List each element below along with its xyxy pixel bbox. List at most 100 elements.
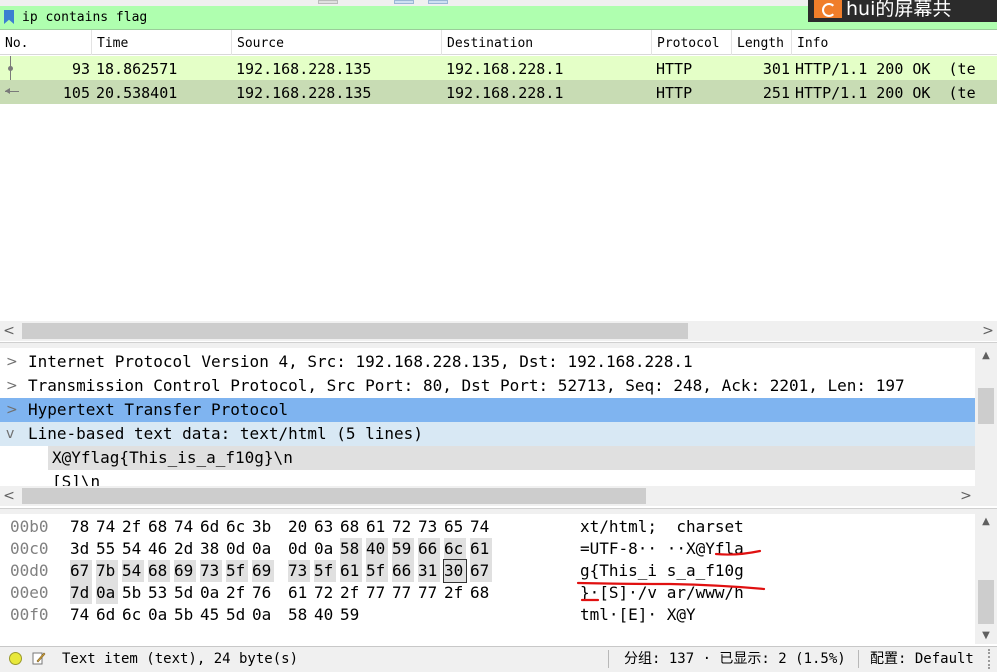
hex-byte[interactable]: 6c (122, 604, 144, 626)
ascii-dump[interactable]: xt/html; charset (580, 516, 744, 538)
detail-row-text-data[interactable]: v Line-based text data: text/html (5 lin… (0, 422, 975, 446)
byte-row[interactable]: 00f0 74 6d 6c 0a 5b 45 5d 0a 58 40 59 tml·[E]· X@Y (0, 604, 975, 626)
status-profile[interactable]: 配置: Default (870, 647, 974, 672)
hex-byte[interactable]: 45 (200, 604, 222, 626)
hex-byte[interactable]: 2d (174, 538, 196, 560)
hex-byte[interactable]: 30 (443, 559, 467, 583)
toolbar-button[interactable] (318, 0, 338, 4)
resize-grip-icon[interactable] (988, 649, 994, 669)
hex-byte[interactable]: 0a (252, 604, 274, 626)
hex-byte[interactable]: 6d (96, 604, 118, 626)
byte-row[interactable]: 00b0 78 74 2f 68 74 6d 6c 3b 20 63 68 61 72 73 65 74 xt/h… (0, 516, 975, 538)
ascii-dump[interactable]: }·[S]·/v ar/www/h (580, 582, 744, 604)
expand-arrow-icon[interactable]: > (6, 350, 20, 374)
packet-row[interactable]: 93 18.862571 192.168.228.135 192.168.228… (0, 56, 997, 80)
hex-byte[interactable]: 61 (470, 538, 492, 560)
hex-byte[interactable]: 73 (288, 560, 310, 582)
hex-byte[interactable]: 61 (366, 516, 388, 538)
hex-byte[interactable]: 5d (226, 604, 248, 626)
hex-byte[interactable]: 73 (418, 516, 440, 538)
hex-byte[interactable]: 7b (96, 560, 118, 582)
hex-byte[interactable]: 66 (392, 560, 414, 582)
hex-byte[interactable]: 0d (226, 538, 248, 560)
scrollbar-thumb[interactable] (22, 488, 646, 504)
scroll-up-icon[interactable]: ▲ (975, 348, 997, 364)
hex-byte[interactable]: 68 (148, 516, 170, 538)
scrollbar-thumb[interactable] (978, 580, 994, 624)
detail-row-http[interactable]: > Hypertext Transfer Protocol (0, 398, 975, 422)
ascii-dump[interactable]: tml·[E]· X@Y (580, 604, 696, 626)
scroll-left-icon[interactable]: < (0, 321, 18, 341)
scroll-up-icon[interactable]: ▲ (975, 514, 997, 530)
hex-byte[interactable]: 3d (70, 538, 92, 560)
column-header-protocol[interactable]: Protocol (652, 30, 732, 55)
hex-byte[interactable]: 54 (122, 538, 144, 560)
hex-byte[interactable]: 0a (148, 604, 170, 626)
packet-details-hscrollbar[interactable]: < > (0, 486, 997, 506)
hex-byte[interactable]: 31 (418, 560, 440, 582)
hex-byte[interactable]: 0a (252, 538, 274, 560)
column-header-no[interactable]: No. (0, 30, 92, 55)
hex-byte[interactable]: 5b (122, 582, 144, 604)
hex-byte[interactable]: 6d (200, 516, 222, 538)
hex-byte[interactable]: 2f (226, 582, 248, 604)
hex-byte[interactable]: 2f (444, 582, 466, 604)
column-header-time[interactable]: Time (92, 30, 232, 55)
packet-bytes-vscrollbar[interactable]: ▲ ▼ (975, 514, 997, 644)
packet-row[interactable]: 105 20.538401 192.168.228.135 192.168.22… (0, 80, 997, 104)
hex-byte[interactable]: 61 (340, 560, 362, 582)
column-header-length[interactable]: Length (732, 30, 792, 55)
hex-byte[interactable]: 68 (340, 516, 362, 538)
byte-row[interactable]: 00d0 67 7b 54 68 69 73 5f 69 73 5f 61 5f 66 31 30 67 g{Th… (0, 559, 975, 583)
hex-byte[interactable]: 67 (70, 560, 92, 582)
hex-byte[interactable]: 40 (314, 604, 336, 626)
hex-byte[interactable]: 67 (470, 560, 492, 582)
hex-byte[interactable]: 54 (122, 560, 144, 582)
hex-byte[interactable]: 0d (288, 538, 310, 560)
hex-byte[interactable]: 69 (252, 560, 274, 582)
hex-byte[interactable]: 5f (226, 560, 248, 582)
hex-byte[interactable]: 63 (314, 516, 336, 538)
packet-details-vscrollbar[interactable]: ▲ (975, 348, 997, 488)
bookmark-icon[interactable] (4, 10, 14, 24)
hex-byte[interactable]: 59 (340, 604, 362, 626)
scroll-right-icon[interactable]: > (979, 321, 997, 341)
hex-byte[interactable]: 40 (366, 538, 388, 560)
scroll-right-icon[interactable]: > (957, 486, 975, 506)
hex-byte[interactable]: 65 (444, 516, 466, 538)
hex-byte[interactable]: 7d (70, 582, 92, 604)
toolbar-button[interactable] (428, 0, 448, 4)
byte-row[interactable]: 00e0 7d 0a 5b 53 5d 0a 2f 76 61 72 2f 77 77 77 2f 68}·[S… (0, 582, 975, 604)
ascii-dump[interactable]: g{This_i s_a_f10g (580, 560, 744, 582)
hex-byte[interactable]: 0a (314, 538, 336, 560)
edit-comment-icon[interactable] (32, 651, 46, 665)
hex-byte[interactable]: 68 (470, 582, 492, 604)
scroll-left-icon[interactable]: < (0, 486, 18, 506)
packet-list-hscrollbar[interactable]: < > (0, 321, 997, 341)
hex-byte[interactable]: 5d (174, 582, 196, 604)
hex-byte[interactable]: 5f (366, 560, 388, 582)
hex-byte[interactable]: 6c (444, 538, 466, 560)
expand-arrow-icon[interactable]: > (6, 398, 20, 422)
hex-byte[interactable]: 77 (418, 582, 440, 604)
detail-row-tcp[interactable]: > Transmission Control Protocol, Src Por… (0, 374, 975, 398)
hex-byte[interactable]: 77 (366, 582, 388, 604)
scrollbar-thumb[interactable] (22, 323, 688, 339)
hex-byte[interactable]: 3b (252, 516, 274, 538)
hex-byte[interactable]: 55 (96, 538, 118, 560)
hex-byte[interactable]: 66 (418, 538, 440, 560)
hex-byte[interactable]: 0a (96, 582, 118, 604)
display-filter-input[interactable]: ip contains flag (22, 10, 147, 25)
hex-byte[interactable]: 74 (174, 516, 196, 538)
hex-byte[interactable]: 2f (340, 582, 362, 604)
collapse-arrow-icon[interactable]: v (6, 422, 20, 446)
byte-row[interactable]: 00c0 3d 55 54 46 2d 38 0d 0a 0d 0a 58 40 59 66 6c 61 =UTF… (0, 538, 975, 560)
hex-byte[interactable]: 73 (200, 560, 222, 582)
toolbar-button[interactable] (394, 0, 414, 4)
hex-byte[interactable]: 72 (392, 516, 414, 538)
hex-byte[interactable]: 6c (226, 516, 248, 538)
hex-byte[interactable]: 74 (96, 516, 118, 538)
hex-byte[interactable]: 5b (174, 604, 196, 626)
hex-byte[interactable]: 58 (288, 604, 310, 626)
hex-byte[interactable]: 68 (148, 560, 170, 582)
